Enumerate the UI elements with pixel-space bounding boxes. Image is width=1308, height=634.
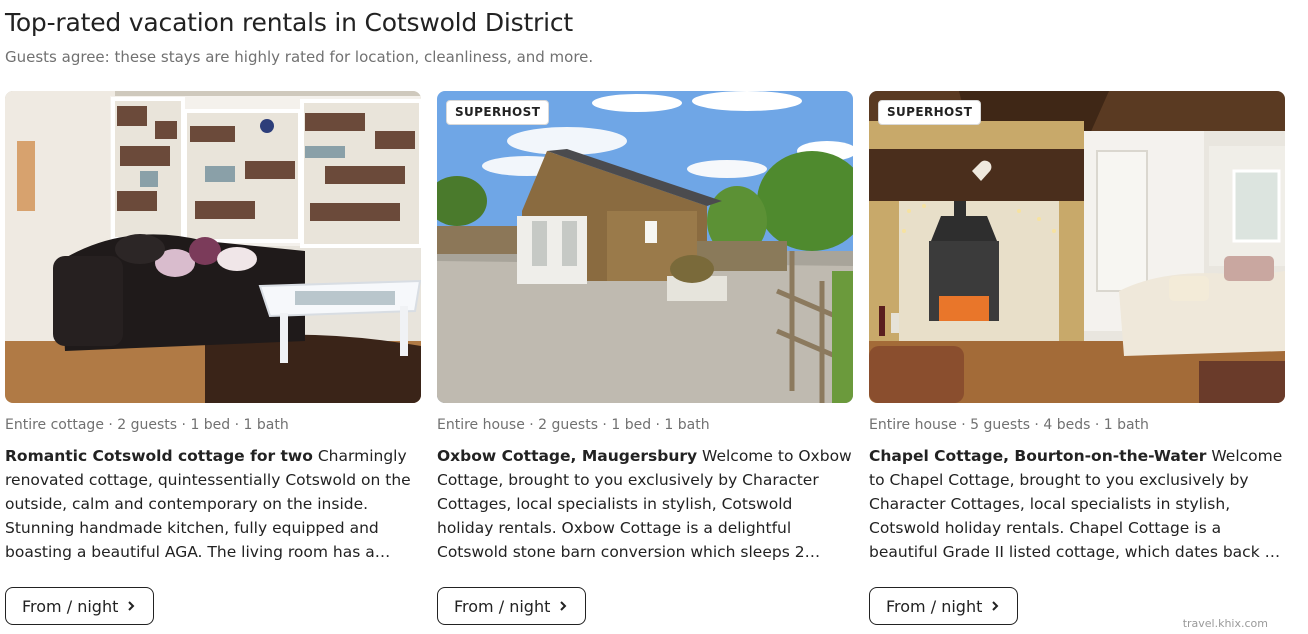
listing-name[interactable]: Chapel Cottage, Bourton-on-the-Water — [869, 447, 1206, 465]
listing-description: Chapel Cottage, Bourton-on-the-Water Wel… — [869, 444, 1285, 564]
price-label: From / night — [454, 596, 551, 616]
price-label: From / night — [22, 596, 119, 616]
listing-description: Romantic Cotswold cottage for two Charmi… — [5, 444, 421, 564]
listing-photo[interactable] — [5, 91, 421, 403]
page-header: Top-rated vacation rentals in Cotswold D… — [5, 6, 593, 68]
listing-meta: Entire house · 2 guests · 1 bed · 1 bath — [437, 417, 710, 433]
page-subtitle: Guests agree: these stays are highly rat… — [5, 48, 594, 66]
listing-description: Oxbow Cottage, Maugersbury Welcome to Ox… — [437, 444, 853, 564]
listing-card[interactable]: SUPERHOST Entire house · 2 guests · 1 be… — [437, 91, 853, 625]
chevron-right-icon — [992, 601, 999, 611]
price-button[interactable]: From / night — [437, 587, 587, 625]
superhost-badge: SUPERHOST — [878, 100, 982, 125]
chevron-right-icon — [560, 601, 567, 611]
listing-photo[interactable]: SUPERHOST — [437, 91, 853, 403]
listing-card[interactable]: Entire cottage · 2 guests · 1 bed · 1 ba… — [5, 91, 421, 625]
listing-name[interactable]: Oxbow Cottage, Maugersbury — [437, 447, 697, 465]
listing-photo[interactable]: SUPERHOST — [869, 91, 1285, 403]
chevron-right-icon — [128, 601, 135, 611]
price-label: From / night — [886, 596, 983, 616]
listing-name[interactable]: Romantic Cotswold cottage for two — [5, 447, 313, 465]
price-button[interactable]: From / night — [869, 587, 1019, 625]
stone-barn-photo — [437, 91, 853, 403]
fireplace-room-photo — [869, 91, 1285, 403]
superhost-badge: SUPERHOST — [446, 100, 550, 125]
listing-meta: Entire cottage · 2 guests · 1 bed · 1 ba… — [5, 417, 289, 433]
page-title: Top-rated vacation rentals in Cotswold D… — [5, 8, 574, 37]
living-room-photo — [5, 91, 421, 403]
listing-meta: Entire house · 5 guests · 4 beds · 1 bat… — [869, 417, 1149, 433]
site-watermark: travel.khix.com — [1182, 617, 1268, 630]
listing-card[interactable]: SUPERHOST Entire house · 5 guests · 4 be… — [869, 91, 1285, 625]
price-button[interactable]: From / night — [5, 587, 155, 625]
